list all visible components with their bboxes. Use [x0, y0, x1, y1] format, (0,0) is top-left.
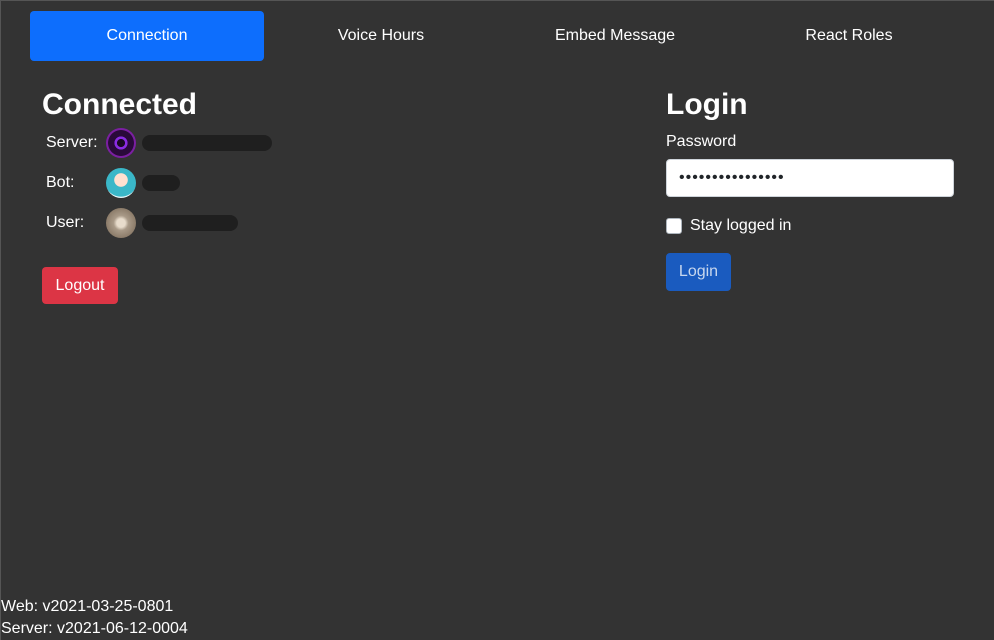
tab-connection[interactable]: Connection [30, 11, 264, 61]
tab-voice-hours[interactable]: Voice Hours [264, 11, 498, 61]
server-row: Server: [46, 123, 442, 163]
tab-react-roles[interactable]: React Roles [732, 11, 966, 61]
tab-bar: Connection Voice Hours Embed Message Rea… [30, 11, 966, 61]
bot-label: Bot: [46, 174, 75, 191]
bot-avatar [106, 168, 136, 198]
password-label: Password [666, 133, 737, 150]
stay-logged-in-checkbox[interactable] [666, 218, 682, 234]
server-name-redacted [142, 135, 272, 151]
login-heading: Login [666, 88, 748, 121]
user-row: User: [46, 203, 442, 243]
server-avatar [106, 128, 136, 158]
connected-heading: Connected [42, 88, 198, 121]
bot-name-redacted [142, 175, 180, 191]
logout-button[interactable]: Logout [42, 267, 118, 304]
server-label: Server: [46, 134, 98, 151]
tab-embed-message[interactable]: Embed Message [498, 11, 732, 61]
password-field[interactable] [666, 159, 954, 197]
stay-logged-in-row: Stay logged in [666, 217, 954, 235]
user-avatar [106, 208, 136, 238]
login-button[interactable]: Login [666, 253, 731, 291]
version-footer: Web: v2021-03-25-0801 Server: v2021-06-1… [1, 596, 188, 640]
stay-logged-in-label[interactable]: Stay logged in [690, 217, 791, 235]
web-version: Web: v2021-03-25-0801 [1, 598, 174, 615]
user-label: User: [46, 214, 85, 231]
bot-row: Bot: [46, 163, 442, 203]
connection-panel: Connected Server: Bot: User: Logout [42, 87, 442, 304]
user-name-redacted [142, 215, 238, 231]
login-panel: Login Password Stay logged in Login [666, 87, 954, 291]
server-version: Server: v2021-06-12-0004 [1, 620, 188, 637]
